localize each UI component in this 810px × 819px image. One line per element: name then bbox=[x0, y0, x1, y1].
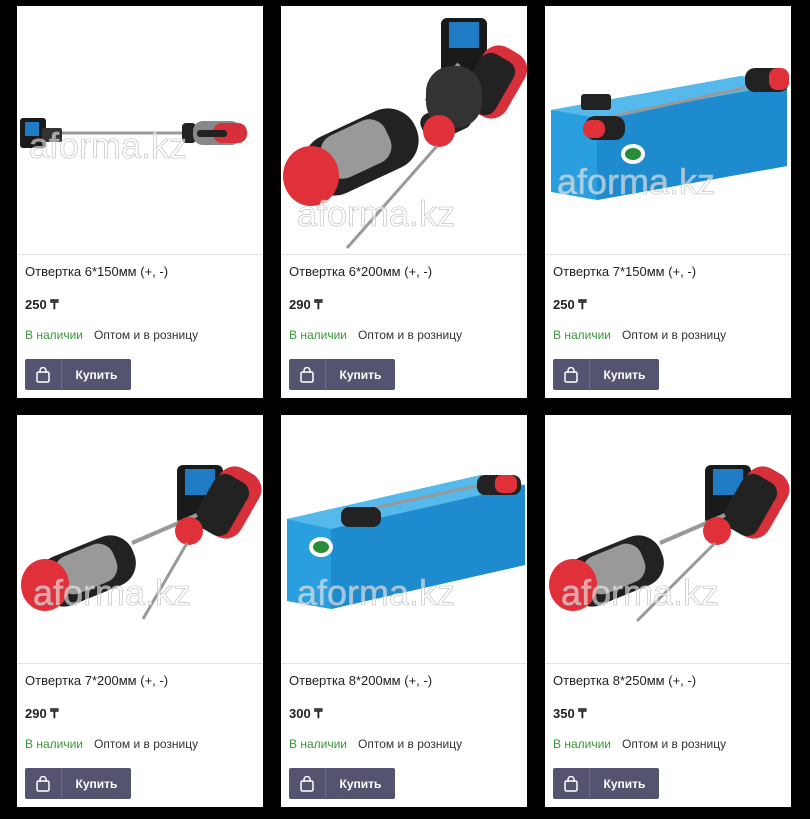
product-image[interactable]: aforma.kz bbox=[281, 6, 527, 254]
sales-type: Оптом и в розницу bbox=[94, 328, 199, 342]
shopping-bag-icon bbox=[289, 768, 326, 799]
product-price: 300 ₸ bbox=[289, 706, 323, 721]
stock-status: В наличии bbox=[25, 737, 84, 751]
product-title[interactable]: Отвертка 7*200мм (+, -) bbox=[25, 673, 168, 688]
screwdriver-image: aforma.kz bbox=[283, 18, 527, 249]
product-card: aforma.kz Отвертка 6*200мм (+, -) 290 ₸ … bbox=[281, 6, 527, 398]
buy-button[interactable]: Купить bbox=[289, 768, 395, 799]
card-divider bbox=[545, 663, 791, 664]
shopping-bag-icon bbox=[25, 359, 62, 390]
sales-type: Оптом и в розницу bbox=[358, 328, 463, 342]
product-title[interactable]: Отвертка 8*200мм (+, -) bbox=[289, 673, 432, 688]
product-image[interactable]: aforma.kz bbox=[17, 415, 263, 663]
card-divider bbox=[17, 663, 263, 664]
screwdriver-box-image: aforma.kz bbox=[287, 475, 525, 613]
stock-status: В наличии bbox=[553, 328, 612, 342]
buy-button[interactable]: Купить bbox=[25, 359, 131, 390]
product-card: aforma.kz Отвертка 7*200мм (+, -) 290 ₸ … bbox=[17, 415, 263, 807]
product-image[interactable]: aforma.kz bbox=[545, 415, 791, 663]
shopping-bag-icon bbox=[289, 359, 326, 390]
product-price: 350 ₸ bbox=[553, 706, 587, 721]
product-card: aforma.kz Отвертка 8*250мм (+, -) 350 ₸ … bbox=[545, 415, 791, 807]
product-title[interactable]: Отвертка 8*250мм (+, -) bbox=[553, 673, 696, 688]
buy-button-label: Купить bbox=[75, 367, 118, 382]
sales-type: Оптом и в розницу bbox=[94, 737, 199, 751]
sales-type: Оптом и в розницу bbox=[622, 737, 727, 751]
product-title[interactable]: Отвертка 6*150мм (+, -) bbox=[25, 264, 168, 279]
svg-text:aforma.kz: aforma.kz bbox=[557, 161, 715, 202]
buy-button-label: Купить bbox=[75, 776, 118, 791]
card-divider bbox=[17, 254, 263, 255]
svg-text:aforma.kz: aforma.kz bbox=[561, 572, 719, 613]
svg-text:aforma.kz: aforma.kz bbox=[297, 193, 455, 234]
shopping-bag-icon bbox=[553, 768, 590, 799]
product-price: 290 ₸ bbox=[289, 297, 323, 312]
product-title[interactable]: Отвертка 7*150мм (+, -) bbox=[553, 264, 696, 279]
screwdriver-image: aforma.kz bbox=[21, 465, 262, 620]
buy-button-label: Купить bbox=[339, 776, 382, 791]
product-card: aforma.kz Отвертка 8*200мм (+, -) 300 ₸ … bbox=[281, 415, 527, 807]
product-card: aforma.kz Отвертка 6*150мм (+, -) 250 ₸ … bbox=[17, 6, 263, 398]
card-divider bbox=[545, 254, 791, 255]
buy-button-label: Купить bbox=[603, 776, 646, 791]
card-divider bbox=[281, 663, 527, 664]
stock-status: В наличии bbox=[289, 737, 348, 751]
card-divider bbox=[281, 254, 527, 255]
product-price: 250 ₸ bbox=[25, 297, 59, 312]
stock-status: В наличии bbox=[289, 328, 348, 342]
product-image[interactable]: aforma.kz bbox=[17, 6, 263, 254]
screwdriver-image: aforma.kz bbox=[549, 465, 790, 623]
buy-button[interactable]: Купить bbox=[553, 359, 659, 390]
sales-type: Оптом и в розницу bbox=[622, 328, 727, 342]
shopping-bag-icon bbox=[553, 359, 590, 390]
sales-type: Оптом и в розницу bbox=[358, 737, 463, 751]
product-price: 250 ₸ bbox=[553, 297, 587, 312]
product-image[interactable]: aforma.kz bbox=[281, 415, 527, 663]
svg-text:aforma.kz: aforma.kz bbox=[33, 572, 191, 613]
product-image[interactable]: aforma.kz bbox=[545, 6, 791, 254]
stock-status: В наличии bbox=[553, 737, 612, 751]
svg-text:aforma.kz: aforma.kz bbox=[29, 125, 187, 166]
product-price: 290 ₸ bbox=[25, 706, 59, 721]
shopping-bag-icon bbox=[25, 768, 62, 799]
screwdriver-box-image: aforma.kz bbox=[551, 68, 789, 202]
buy-button[interactable]: Купить bbox=[553, 768, 659, 799]
buy-button[interactable]: Купить bbox=[25, 768, 131, 799]
svg-text:aforma.kz: aforma.kz bbox=[297, 572, 455, 613]
buy-button[interactable]: Купить bbox=[289, 359, 395, 390]
product-card: aforma.kz Отвертка 7*150мм (+, -) 250 ₸ … bbox=[545, 6, 791, 398]
buy-button-label: Купить bbox=[603, 367, 646, 382]
buy-button-label: Купить bbox=[339, 367, 382, 382]
screwdriver-image: aforma.kz bbox=[20, 118, 247, 166]
stock-status: В наличии bbox=[25, 328, 84, 342]
product-title[interactable]: Отвертка 6*200мм (+, -) bbox=[289, 264, 432, 279]
